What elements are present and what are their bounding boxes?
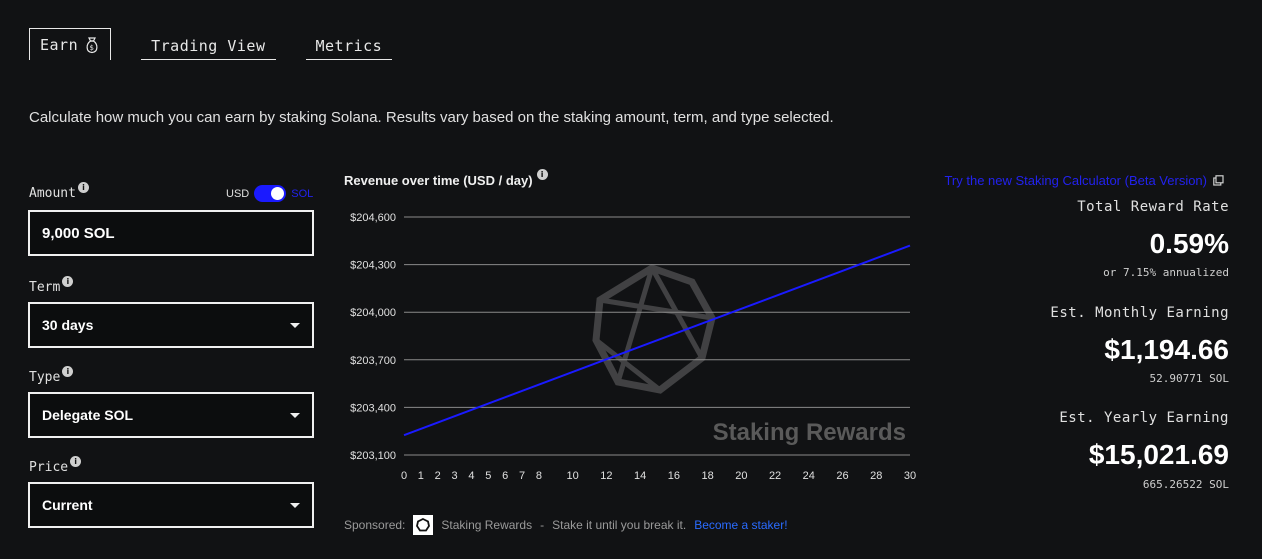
annualized-rate: or 7.15% annualized (1103, 266, 1229, 279)
x-tick-label: 2 (435, 470, 441, 482)
money-bag-icon: $ (86, 36, 98, 53)
x-tick-label: 16 (668, 470, 680, 482)
monthly-earning-label: Est. Monthly Earning (1050, 305, 1229, 321)
revenue-chart: Staking Rewards $203,100 $203,400 $203,700… (350, 212, 916, 482)
info-icon[interactable]: i (62, 276, 74, 287)
type-select-value: Delegate SOL (42, 407, 134, 423)
term-select-value: 30 days (42, 317, 94, 333)
info-icon[interactable]: i (536, 169, 548, 180)
info-icon[interactable]: i (77, 182, 89, 193)
yearly-earning-sol: 665.26522 SOL (1142, 478, 1229, 491)
price-select-value: Current (42, 497, 93, 513)
sponsor-label: Sponsored: (344, 518, 406, 532)
toggle-knob (271, 187, 285, 200)
y-tick-label: $204,600 (350, 212, 396, 224)
x-tick-label: 30 (904, 470, 916, 482)
x-tick-label: 4 (468, 470, 474, 482)
amount-label: Amount i (29, 182, 89, 201)
caret-down-icon (290, 502, 300, 508)
become-staker-link[interactable]: Become a staker! (694, 518, 787, 532)
toggle-sol-label: SOL (291, 187, 314, 200)
type-label: Type i (29, 366, 74, 385)
toggle-usd-label: USD (226, 187, 250, 200)
svg-text:$: $ (90, 44, 95, 52)
staking-calculator-page: Earn $ Trading View Metrics Calculate ho… (0, 0, 1262, 559)
currency-toggle-switch[interactable] (254, 185, 287, 202)
y-tick-label: $203,400 (350, 402, 396, 414)
staking-rewards-watermark-icon (592, 264, 716, 394)
type-select[interactable]: Delegate SOL (28, 392, 314, 438)
yearly-earning-label: Est. Yearly Earning (1059, 410, 1229, 426)
sponsor-name: Staking Rewards (441, 518, 533, 532)
tab-earn[interactable]: Earn $ (29, 28, 112, 60)
chart-watermark-text: Staking Rewards (713, 419, 906, 446)
x-tick-label: 12 (600, 470, 612, 482)
tab-bar: Earn $ Trading View Metrics (29, 28, 393, 60)
x-tick-label: 20 (735, 470, 747, 482)
caret-down-icon (290, 412, 300, 418)
x-tick-label: 18 (701, 470, 713, 482)
info-icon[interactable]: i (62, 366, 74, 377)
tab-trading-view[interactable]: Trading View (141, 37, 276, 60)
x-tick-label: 6 (502, 470, 508, 482)
y-tick-label: $204,300 (350, 260, 396, 272)
x-tick-label: 26 (836, 470, 848, 482)
x-tick-label: 1 (418, 470, 424, 482)
x-tick-label: 24 (803, 470, 815, 482)
term-label-text: Term (29, 280, 61, 295)
term-select[interactable]: 30 days (28, 302, 314, 348)
info-icon[interactable]: i (70, 456, 82, 467)
x-tick-label: 14 (634, 470, 646, 482)
amount-input[interactable]: 9,000 SOL (28, 210, 314, 256)
currency-toggle: USD SOL (226, 185, 313, 202)
y-axis-labels: $203,100 $203,400 $203,700 $204,000 $204,300… (350, 212, 396, 462)
type-label-text: Type (29, 370, 61, 385)
y-tick-label: $203,700 (350, 355, 396, 367)
external-link-icon (1213, 175, 1224, 186)
price-label: Price i (29, 456, 82, 475)
x-tick-label: 10 (567, 470, 579, 482)
staking-rewards-logo-icon (413, 515, 434, 535)
x-tick-label: 7 (519, 470, 525, 482)
y-tick-label: $203,100 (350, 450, 396, 462)
price-select[interactable]: Current (28, 482, 314, 528)
sponsor-separator: - (540, 518, 545, 532)
beta-link-text: Try the new Staking Calculator (Beta Ver… (944, 173, 1207, 188)
x-tick-label: 0 (401, 470, 407, 482)
yearly-earning-usd: $15,021.69 (1088, 439, 1229, 470)
x-tick-label: 8 (536, 470, 542, 482)
x-tick-label: 22 (769, 470, 781, 482)
chart-title-text: Revenue over time (USD / day) (344, 173, 533, 188)
monthly-earning-usd: $1,194.66 (1104, 334, 1229, 365)
y-tick-label: $204,000 (350, 307, 396, 319)
page-description: Calculate how much you can earn by staki… (29, 109, 834, 126)
monthly-earning-sol: 52.90771 SOL (1149, 372, 1229, 385)
beta-calculator-link[interactable]: Try the new Staking Calculator (Beta Ver… (944, 173, 1224, 188)
sponsor-tagline: Stake it until you break it. (552, 518, 687, 532)
x-axis-labels: 0 1 2 3 4 5 6 7 8 10 12 14 16 18 20 22 24 26 28 30 (401, 470, 916, 482)
tab-metrics[interactable]: Metrics (305, 37, 393, 60)
x-tick-label: 28 (870, 470, 882, 482)
tab-earn-label: Earn (40, 35, 79, 54)
caret-down-icon (290, 322, 300, 328)
amount-label-text: Amount (29, 186, 76, 201)
term-label: Term i (29, 276, 74, 295)
sponsor-bar: Sponsored: Staking Rewards - Stake it un… (344, 515, 788, 535)
total-reward-rate-label: Total Reward Rate (1077, 199, 1229, 215)
total-reward-rate-value: 0.59% (1149, 228, 1229, 259)
x-tick-label: 5 (485, 470, 491, 482)
chart-title: Revenue over time (USD / day) i (344, 169, 548, 188)
price-label-text: Price (29, 460, 69, 475)
x-tick-label: 3 (452, 470, 458, 482)
